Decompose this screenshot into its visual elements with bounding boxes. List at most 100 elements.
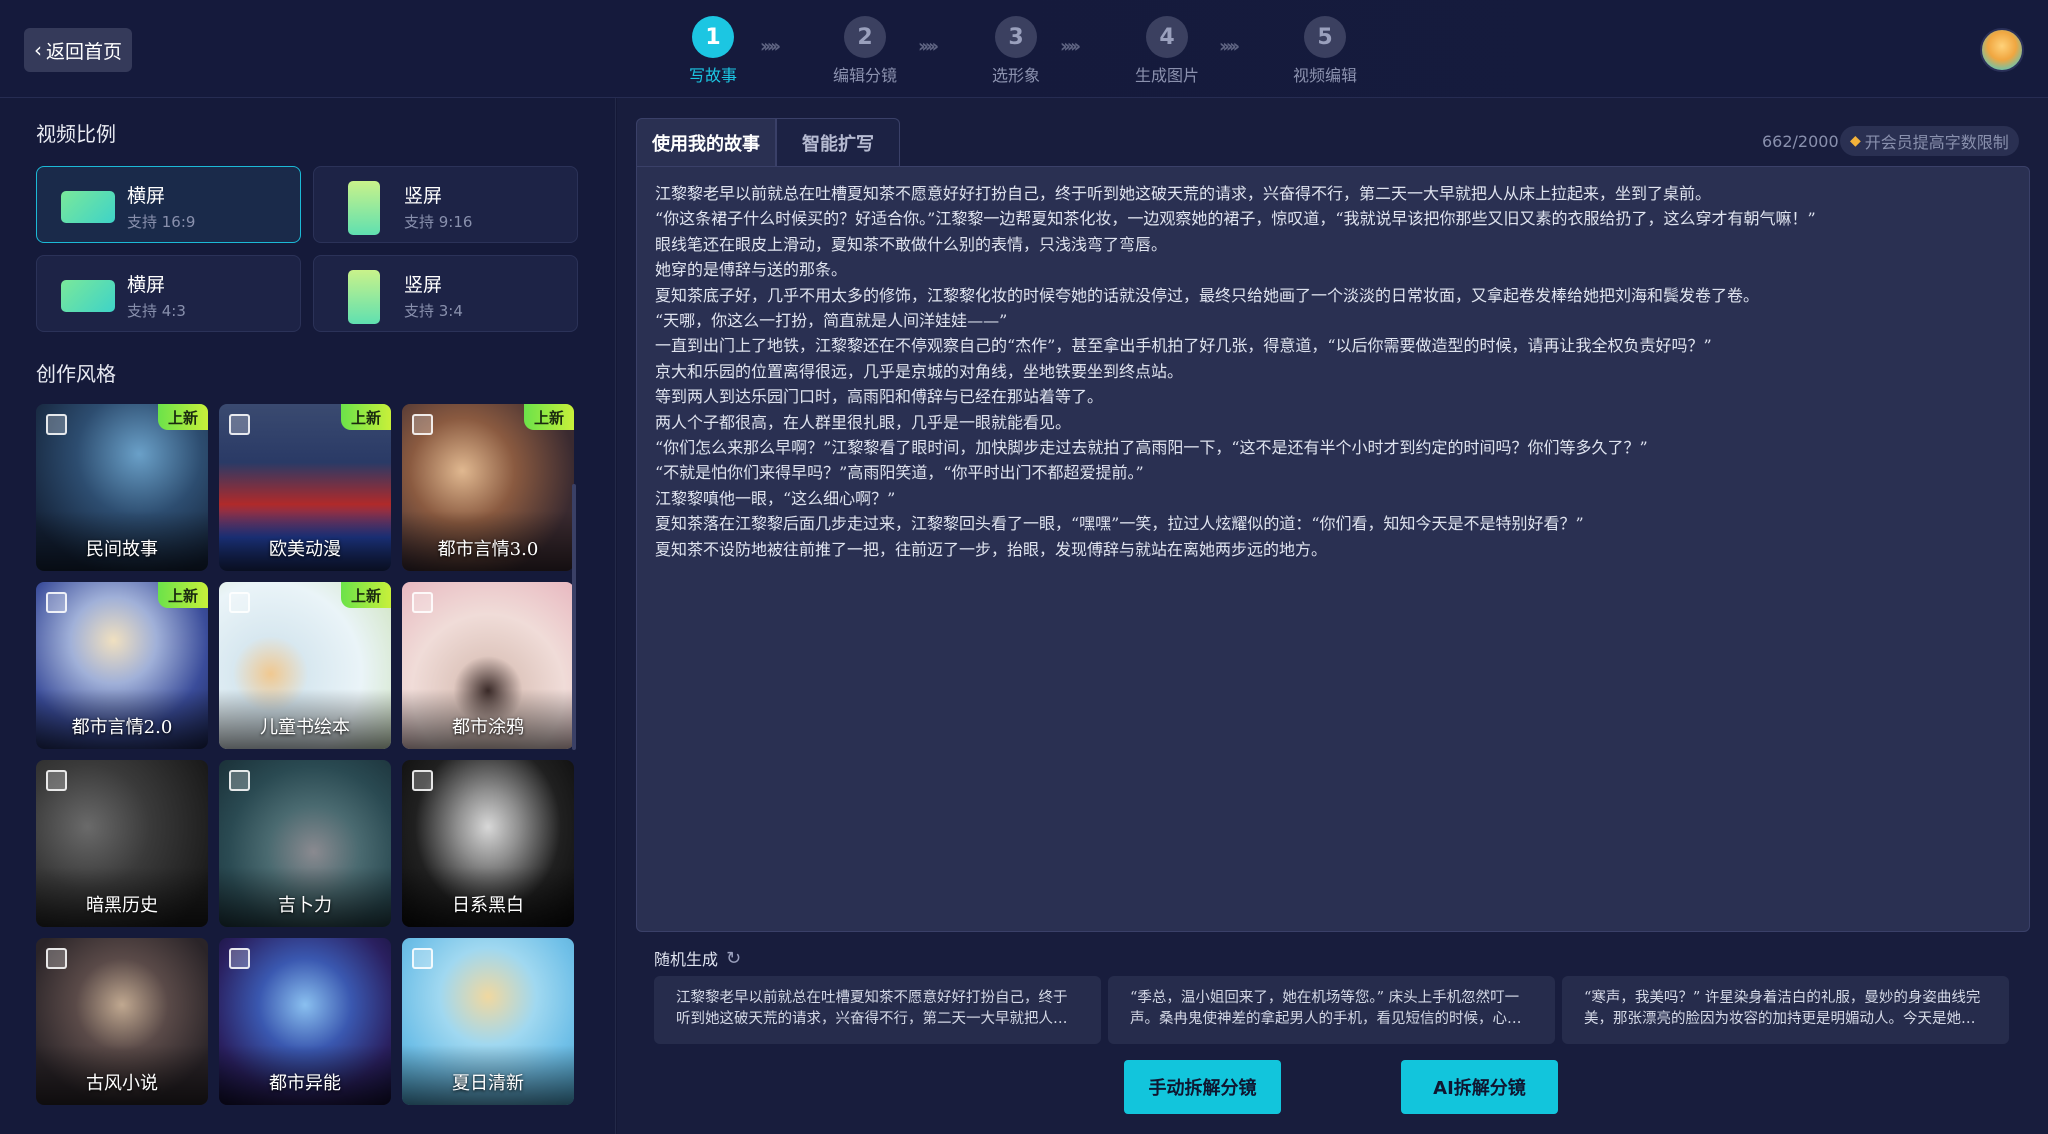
style-card-urban-doodle[interactable]: 都市涂鸦 — [402, 582, 574, 749]
story-line: “你们怎么来那么早啊？”江黎黎看了眼时间，加快脚步走过去就拍了高雨阳一下，“这不… — [655, 438, 1648, 458]
sample-story-card[interactable]: “寒声，我美吗？” 许星染身着洁白的礼服，曼妙的身姿曲线完美，那张漂亮的脸因为妆… — [1562, 976, 2009, 1044]
sample-story-card[interactable]: “季总，温小姐回来了，她在机场等您。” 床头上手机忽然叮一声。桑冉鬼使神差的拿起… — [1108, 976, 1555, 1044]
style-name: 夏日清新 — [452, 1073, 524, 1094]
style-name: 都市言情3.0 — [437, 539, 539, 560]
step-number: 5 — [1304, 16, 1346, 58]
story-line: 江黎黎老早以前就总在吐槽夏知茶不愿意好好打扮自己，终于听到她这破天荒的请求，兴奋… — [655, 184, 1712, 203]
tab-use-my-story[interactable]: 使用我的故事 — [636, 118, 776, 166]
style-card-summer-fresh[interactable]: 夏日清新 — [402, 938, 574, 1105]
sample-story-text: 江黎黎老早以前就总在吐槽夏知茶不愿意好好打扮自己，终于听到她这破天荒的请求，兴奋… — [676, 990, 1068, 1027]
story-line: 眼线笔还在眼皮上滑动，夏知茶不敢做什么别的表情，只浅浅弯了弯唇。 — [655, 234, 1168, 254]
ratio-name: 竖屏 — [404, 185, 443, 207]
style-checkbox[interactable] — [412, 414, 433, 435]
story-line: 夏知茶底子好，几乎不用太多的修饰，江黎黎化妆的时候夸她的话就没停过，最终只给她画… — [655, 285, 1760, 305]
story-line: 夏知茶落在江黎黎后面几步走过来，江黎黎回头看了一眼，“嘿嘿”一笑，拉过人炫耀似的… — [655, 514, 1584, 534]
ratio-section-title: 视频比例 — [36, 122, 116, 146]
new-badge: 上新 — [341, 404, 391, 430]
step-number: 4 — [1146, 16, 1188, 58]
ratio-option-9-16[interactable]: 竖屏 支持 9:16 — [313, 166, 578, 243]
sample-story-card[interactable]: 江黎黎老早以前就总在吐槽夏知茶不愿意好好打扮自己，终于听到她这破天荒的请求，兴奋… — [654, 976, 1101, 1044]
step-write-story[interactable]: 1 写故事 — [653, 16, 773, 86]
style-section-title: 创作风格 — [36, 362, 116, 386]
ratio-desc: 支持 3:4 — [404, 302, 463, 320]
tab-smart-expand[interactable]: 智能扩写 — [776, 118, 900, 166]
story-line: “你这条裙子什么时候买的？好适合你。”江黎黎一边帮夏知茶化妆，一边观察她的裙子，… — [655, 209, 1816, 229]
style-card-dark-history[interactable]: 暗黑历史 — [36, 760, 208, 927]
style-checkbox[interactable] — [46, 948, 67, 969]
step-label: 生成图片 — [1134, 66, 1199, 85]
avatar[interactable] — [1980, 28, 2024, 72]
style-card-ancient-novel[interactable]: 古风小说 — [36, 938, 208, 1105]
style-card-japanese-monochrome[interactable]: 日系黑白 — [402, 760, 574, 927]
story-line: 京大和乐园的位置离得很远，几乎是京城的对角线，坐地铁要坐到终点站。 — [655, 361, 1184, 381]
style-checkbox[interactable] — [229, 948, 250, 969]
random-generate-label: 随机生成 — [654, 950, 719, 969]
step-indicator: 1 写故事 ››››› 2 编辑分镜 ››››› 3 选形象 ››››› 4 生… — [0, 0, 2048, 98]
story-line: 江黎黎嗔他一眼，“这么细心啊？” — [655, 488, 896, 508]
step-edit-storyboard[interactable]: 2 编辑分镜 — [805, 16, 925, 86]
step-arrows-icon: ››››› — [760, 36, 781, 57]
portrait-icon — [348, 181, 380, 235]
style-name: 儿童书绘本 — [260, 717, 350, 738]
style-card-urban-romance-3[interactable]: 上新 都市言情3.0 — [402, 404, 574, 571]
step-generate-images[interactable]: 4 生成图片 — [1107, 16, 1227, 86]
new-badge: 上新 — [524, 404, 574, 430]
ratio-option-4-3[interactable]: 横屏 支持 4:3 — [36, 255, 301, 332]
landscape-icon — [61, 280, 115, 312]
style-card-urban-romance-2[interactable]: 上新 都市言情2.0 — [36, 582, 208, 749]
refresh-icon[interactable]: ↻ — [726, 948, 741, 969]
ratio-name: 竖屏 — [404, 274, 443, 296]
style-name: 民间故事 — [86, 539, 158, 560]
diamond-icon: ◆ — [1850, 133, 1861, 149]
step-number: 2 — [844, 16, 886, 58]
step-label: 写故事 — [688, 66, 737, 85]
style-checkbox[interactable] — [46, 592, 67, 613]
style-checkbox[interactable] — [229, 414, 250, 435]
new-badge: 上新 — [158, 404, 208, 430]
style-checkbox[interactable] — [412, 770, 433, 791]
style-checkbox[interactable] — [229, 770, 250, 791]
random-generate-row: 随机生成 ↻ — [654, 946, 741, 970]
story-textarea[interactable]: 江黎黎老早以前就总在吐槽夏知茶不愿意好好打扮自己，终于听到她这破天荒的请求，兴奋… — [636, 166, 2030, 932]
style-name: 都市涂鸦 — [452, 717, 524, 738]
style-name: 暗黑历史 — [86, 895, 158, 916]
style-card-children-picture-book[interactable]: 上新 儿童书绘本 — [219, 582, 391, 749]
style-checkbox[interactable] — [412, 592, 433, 613]
ratio-name: 横屏 — [127, 185, 166, 207]
vip-label: 开会员提高字数限制 — [1864, 133, 2009, 152]
story-line: “不就是怕你们来得早吗？”高雨阳笑道，“你平时出门不都超爱提前。” — [655, 463, 1144, 483]
style-card-urban-superpower[interactable]: 都市异能 — [219, 938, 391, 1105]
char-counter: 662/2000 — [1762, 132, 1839, 151]
story-line: 一直到出门上了地铁，江黎黎还在不停观察自己的“杰作”，甚至拿出手机拍了好几张，得… — [655, 336, 1712, 356]
style-card-western-comic[interactable]: 上新 欧美动漫 — [219, 404, 391, 571]
manual-split-button[interactable]: 手动拆解分镜 — [1124, 1060, 1281, 1114]
step-video-edit[interactable]: 5 视频编辑 — [1265, 16, 1385, 86]
style-card-ghibli[interactable]: 吉卜力 — [219, 760, 391, 927]
story-tabs: 使用我的故事 智能扩写 — [636, 118, 900, 166]
step-arrows-icon: ››››› — [1219, 36, 1240, 57]
step-choose-character[interactable]: 3 选形象 — [956, 16, 1076, 86]
style-checkbox[interactable] — [412, 948, 433, 969]
style-name: 日系黑白 — [452, 895, 524, 916]
ratio-name: 横屏 — [127, 274, 166, 296]
story-line: 她穿的是傅辞与送的那条。 — [655, 260, 848, 280]
step-arrows-icon: ››››› — [918, 36, 939, 57]
ratio-desc: 支持 4:3 — [127, 302, 186, 320]
ratio-option-16-9[interactable]: 横屏 支持 16:9 — [36, 166, 301, 243]
step-label: 选形象 — [991, 66, 1040, 85]
style-name: 都市言情2.0 — [71, 717, 173, 738]
sample-story-text: “寒声，我美吗？” 许星染身着洁白的礼服，曼妙的身姿曲线完美，那张漂亮的脸因为妆… — [1584, 990, 1981, 1027]
style-scrollbar[interactable] — [572, 484, 576, 750]
style-checkbox[interactable] — [229, 592, 250, 613]
style-checkbox[interactable] — [46, 770, 67, 791]
ai-split-button[interactable]: AI拆解分镜 — [1401, 1060, 1558, 1114]
story-line: “天哪，你这么一打扮，简直就是人间洋娃娃——” — [655, 311, 1008, 331]
story-line: 两人个子都很高，在人群里很扎眼，几乎是一眼就能看见。 — [655, 412, 1072, 432]
ratio-option-3-4[interactable]: 竖屏 支持 3:4 — [313, 255, 578, 332]
ratio-desc: 支持 9:16 — [404, 213, 473, 231]
sample-story-text: “季总，温小姐回来了，她在机场等您。” 床头上手机忽然叮一声。桑冉鬼使神差的拿起… — [1130, 990, 1522, 1027]
style-checkbox[interactable] — [46, 414, 67, 435]
vip-upgrade-link[interactable]: ◆ 开会员提高字数限制 — [1840, 126, 2019, 156]
ratio-desc: 支持 16:9 — [127, 213, 196, 231]
style-card-folk-tale[interactable]: 上新 民间故事 — [36, 404, 208, 571]
